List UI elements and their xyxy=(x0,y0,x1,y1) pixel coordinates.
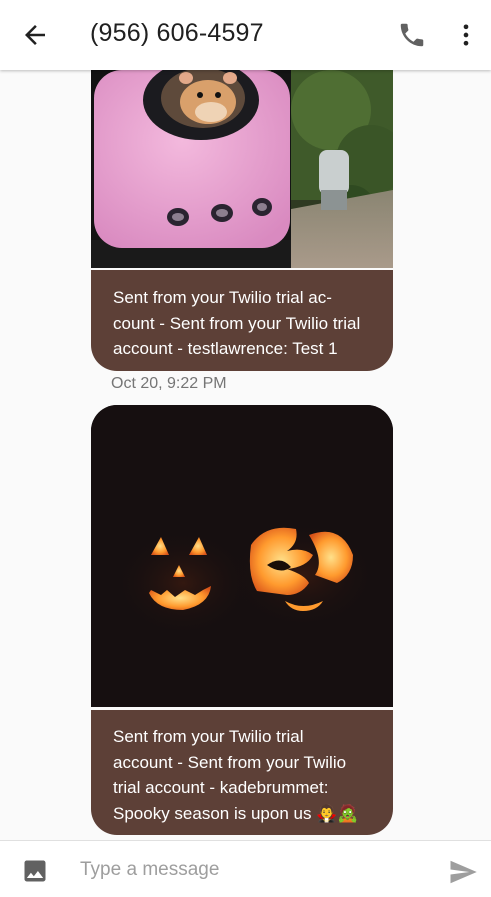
contact-phone-number: (956) 606-4597 xyxy=(90,19,264,47)
more-vert-icon[interactable] xyxy=(452,20,480,50)
gallery-icon[interactable] xyxy=(21,857,49,885)
message-text-line: count - Sent from your Twilio trial xyxy=(113,313,361,333)
message-timestamp: Oct 20, 9:22 PM xyxy=(111,375,227,392)
message-text-line: Spooky season is upon us 🧛🧟 xyxy=(113,803,359,823)
app-bar: (956) 606-4597 xyxy=(0,0,491,70)
message-input[interactable] xyxy=(80,853,420,887)
photo-hamster-backpack[interactable] xyxy=(91,70,393,268)
message-text-line: trial account - kadebrummet: xyxy=(113,778,329,797)
message-text-line: Sent from your Twilio trial xyxy=(113,727,304,746)
message-text-line: Sent from your Twilio trial ac- xyxy=(113,288,332,307)
message-bubble[interactable]: Sent from your Twilio trial ac- count - … xyxy=(91,270,393,371)
message-composer xyxy=(0,840,491,897)
send-icon[interactable] xyxy=(446,857,480,887)
phone-icon[interactable] xyxy=(397,20,427,50)
photo-jack-o-lanterns[interactable] xyxy=(91,405,393,707)
message-text-line: account - Sent from your Twilio xyxy=(113,752,347,772)
message-thread[interactable]: Sent from your Twilio trial ac- count - … xyxy=(0,70,491,840)
message-text-line: account - testlawrence: Test 1 xyxy=(113,339,338,358)
arrow-back-icon[interactable] xyxy=(20,20,50,50)
message-bubble[interactable]: Sent from your Twilio trial account - Se… xyxy=(91,710,393,835)
